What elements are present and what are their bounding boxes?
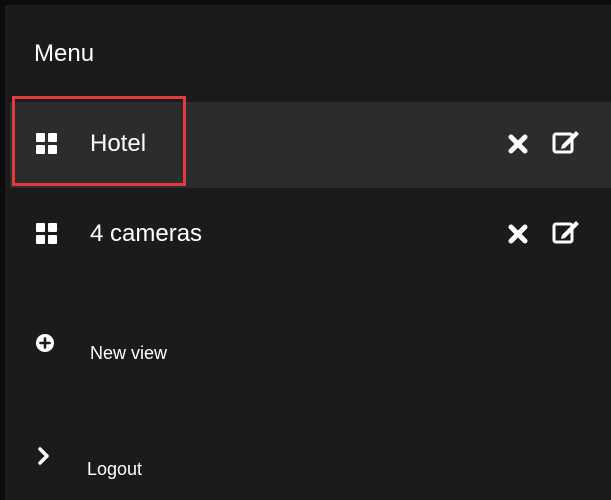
menu-title: Menu <box>34 40 95 67</box>
menu-top-border <box>0 0 611 5</box>
plus-circle-icon <box>36 334 54 352</box>
menu-left-border <box>0 0 5 500</box>
view-label: Hotel <box>90 130 147 157</box>
delete-icon[interactable] <box>507 133 529 155</box>
logout-button[interactable]: Logout <box>10 446 410 486</box>
new-view-button[interactable]: New view <box>10 332 410 372</box>
view-label: 4 cameras <box>90 220 203 247</box>
logout-label: Logout <box>87 459 143 479</box>
delete-icon[interactable] <box>507 223 529 245</box>
view-item-hotel[interactable]: Hotel <box>10 102 611 188</box>
new-view-label: New view <box>90 343 168 363</box>
edit-icon[interactable] <box>552 219 580 245</box>
grid-icon <box>36 133 57 154</box>
chevron-right-icon <box>38 447 49 465</box>
view-item-4-cameras[interactable]: 4 cameras <box>10 192 611 278</box>
side-menu: Menu Hotel 4 cameras New view Logout <box>0 0 611 500</box>
grid-icon <box>36 223 57 244</box>
edit-icon[interactable] <box>552 129 580 155</box>
